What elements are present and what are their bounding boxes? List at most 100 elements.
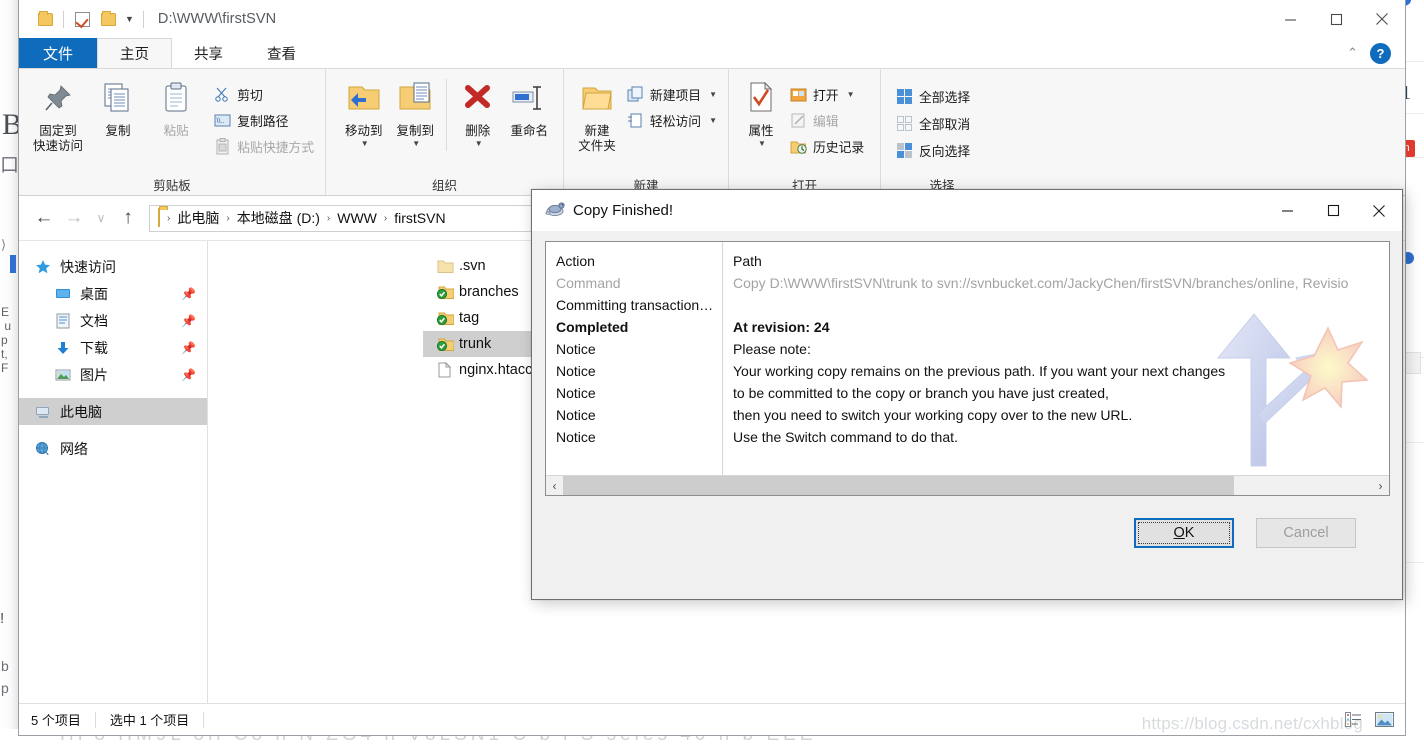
- ok-button[interactable]: OK: [1134, 518, 1234, 548]
- new-item-button[interactable]: 新建项目 ▼: [624, 83, 720, 105]
- pin-icon[interactable]: 📌: [181, 341, 196, 355]
- paste-icon: [159, 81, 193, 120]
- tab-home[interactable]: 主页: [97, 38, 173, 68]
- background-glyph-bp: bp: [1, 658, 9, 696]
- log-list[interactable]: Action Command Committing transaction… C…: [545, 241, 1390, 496]
- sidebar-item-pictures[interactable]: 图片 📌: [19, 361, 207, 388]
- paste-shortcut-label: 粘贴快捷方式: [237, 139, 314, 155]
- dialog-maximize-button[interactable]: [1310, 190, 1356, 231]
- sidebar-label: 此电脑: [60, 403, 102, 420]
- chevron-down-icon[interactable]: ▼: [709, 90, 717, 99]
- sidebar-item-desktop[interactable]: 桌面 📌: [19, 280, 207, 307]
- open-button[interactable]: 打开 ▼: [787, 83, 867, 105]
- paste-button[interactable]: 粘贴: [147, 75, 205, 139]
- log-path-cell: Copy D:\WWW\firstSVN\trunk to svn://svnb…: [733, 275, 1349, 291]
- properties-icon: [745, 81, 777, 120]
- desktop-icon: [53, 286, 73, 302]
- properties-check-icon[interactable]: [69, 6, 95, 32]
- breadcrumb-www[interactable]: WWW: [333, 210, 381, 226]
- collapse-ribbon-icon[interactable]: ⌃: [1347, 45, 1358, 61]
- sidebar-item-quick-access[interactable]: 快速访问: [19, 253, 207, 280]
- horizontal-scrollbar[interactable]: ‹ ›: [546, 475, 1389, 495]
- pin-icon[interactable]: 📌: [181, 314, 196, 328]
- chevron-down-icon[interactable]: ▼: [709, 116, 717, 125]
- edit-button[interactable]: 编辑: [787, 109, 867, 131]
- ok-accel-char: O: [1173, 525, 1185, 541]
- downloads-icon: [53, 340, 73, 356]
- breadcrumb-separator: ›: [383, 212, 388, 224]
- cancel-button[interactable]: Cancel: [1256, 518, 1356, 548]
- delete-button[interactable]: 删除 ▼: [452, 75, 504, 148]
- select-none-icon: [896, 115, 913, 132]
- copy-path-button[interactable]: \\.. 复制路径: [211, 109, 317, 131]
- copy-button[interactable]: 复制: [89, 75, 147, 139]
- log-path-cell: Use the Switch command to do that.: [733, 429, 958, 445]
- history-button[interactable]: 历史记录: [787, 135, 867, 157]
- sidebar-item-downloads[interactable]: 下载 📌: [19, 334, 207, 361]
- pictures-icon: [53, 367, 73, 383]
- copy-finished-dialog: Copy Finished! Action Command Committing…: [531, 189, 1403, 600]
- up-button[interactable]: ↑: [113, 203, 143, 233]
- maximize-button[interactable]: [1313, 0, 1359, 38]
- paste-shortcut-button[interactable]: 粘贴快捷方式: [211, 135, 317, 157]
- scroll-right-arrow-icon[interactable]: ›: [1372, 476, 1389, 495]
- scroll-left-arrow-icon[interactable]: ‹: [546, 476, 563, 495]
- cut-button[interactable]: 剪切: [211, 83, 317, 105]
- new-folder-button[interactable]: 新建 文件夹: [576, 75, 618, 154]
- new-item-label: 新建项目: [649, 87, 702, 103]
- pin-to-quick-access-button[interactable]: 固定到 快速访问: [27, 75, 89, 154]
- recent-locations-button[interactable]: ∨: [89, 203, 113, 233]
- tab-view[interactable]: 查看: [245, 38, 318, 68]
- sidebar-label: 下载: [80, 339, 108, 356]
- network-icon: [33, 441, 53, 457]
- dialog-minimize-button[interactable]: [1264, 190, 1310, 231]
- chevron-down-icon[interactable]: ▼: [758, 139, 766, 148]
- dialog-title-bar: Copy Finished!: [532, 190, 1402, 231]
- chevron-down-icon[interactable]: ▼: [361, 139, 369, 148]
- rename-button[interactable]: 重命名: [503, 75, 555, 139]
- details-view-button[interactable]: [1342, 710, 1364, 730]
- copy-to-button[interactable]: 复制到 ▼: [390, 75, 442, 148]
- ribbon-group-clipboard-title: 剪贴板: [153, 178, 191, 193]
- new-folder-qat-icon[interactable]: [95, 6, 121, 32]
- sidebar-item-this-pc[interactable]: 此电脑: [19, 398, 207, 425]
- chevron-down-icon[interactable]: ▼: [847, 90, 855, 99]
- back-button[interactable]: ←: [29, 203, 59, 233]
- chevron-down-icon[interactable]: ▼: [412, 139, 420, 148]
- breadcrumb-local-disk[interactable]: 本地磁盘 (D:): [233, 208, 324, 228]
- log-action-cell: Command: [556, 275, 621, 291]
- move-to-button[interactable]: 移动到 ▼: [338, 75, 390, 148]
- invert-selection-icon: [896, 142, 913, 159]
- invert-selection-button[interactable]: 反向选择: [893, 139, 973, 161]
- sidebar-item-documents[interactable]: 文档 📌: [19, 307, 207, 334]
- tab-share[interactable]: 共享: [172, 38, 245, 68]
- log-action-cell: Notice: [556, 341, 596, 357]
- copy-to-icon: [397, 81, 433, 120]
- sidebar-item-network[interactable]: 网络: [19, 435, 207, 462]
- folder-icon[interactable]: [32, 6, 58, 32]
- pin-icon[interactable]: 📌: [181, 287, 196, 301]
- help-button[interactable]: ?: [1370, 42, 1391, 64]
- properties-button[interactable]: 属性 ▼: [739, 75, 783, 148]
- easy-access-button[interactable]: 轻松访问 ▼: [624, 109, 720, 131]
- select-all-button[interactable]: 全部选择: [893, 85, 973, 107]
- breadcrumb-firstsvn[interactable]: firstSVN: [390, 210, 449, 226]
- large-icons-view-button[interactable]: [1373, 710, 1395, 730]
- chevron-down-icon[interactable]: ▼: [121, 14, 138, 24]
- forward-button[interactable]: →: [59, 203, 89, 233]
- history-label: 历史记录: [813, 139, 865, 155]
- dialog-close-button[interactable]: [1356, 190, 1402, 231]
- tab-file[interactable]: 文件: [19, 38, 98, 68]
- close-button[interactable]: [1359, 0, 1405, 38]
- pin-icon[interactable]: 📌: [181, 368, 196, 382]
- dialog-body: Action Command Committing transaction… C…: [532, 231, 1402, 599]
- log-path-cell: then you need to switch your working cop…: [733, 407, 1133, 423]
- breadcrumb-this-pc[interactable]: 此电脑: [173, 208, 223, 228]
- minimize-button[interactable]: [1267, 0, 1313, 38]
- scrollbar-thumb[interactable]: [563, 476, 1235, 495]
- select-none-button[interactable]: 全部取消: [893, 112, 973, 134]
- scrollbar-track[interactable]: [563, 476, 1372, 495]
- log-action-cell: Committing transaction…: [556, 297, 714, 313]
- ribbon-inner-divider: [446, 79, 447, 151]
- chevron-down-icon[interactable]: ▼: [475, 139, 483, 148]
